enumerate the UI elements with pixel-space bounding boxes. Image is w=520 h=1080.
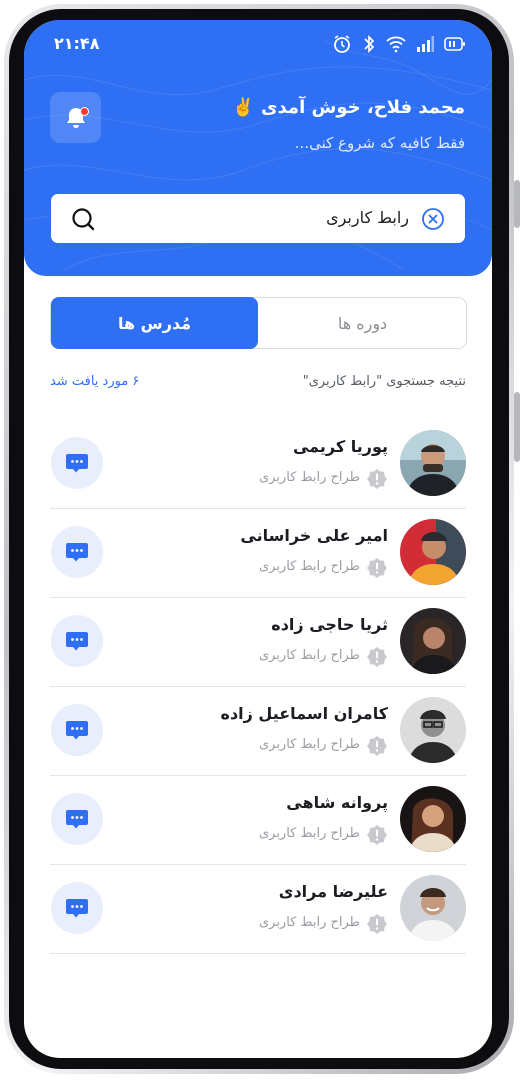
list-item[interactable]: پروانه شاهی طراح رابط کاربری	[50, 776, 466, 865]
instructor-role: طراح رابط کاربری	[258, 826, 360, 841]
chat-button[interactable]	[51, 882, 103, 934]
avatar	[400, 875, 466, 941]
instructor-role: طراح رابط کاربری	[258, 915, 360, 930]
avatar	[400, 786, 466, 852]
phone-mockup: ۲۱:۴۸ محمد فلاح، خوش آمدی ✌️ فقط کافیه ک…	[0, 0, 520, 1080]
search-input[interactable]: رابط کاربری	[326, 208, 409, 227]
screen: ۲۱:۴۸ محمد فلاح، خوش آمدی ✌️ فقط کافیه ک…	[24, 20, 492, 1058]
info-badge-icon	[367, 825, 387, 845]
tab-instructors[interactable]: مُدرس ها	[51, 297, 258, 349]
results-summary: نتیجه جستجوی "رابط کاربری" ۶ مورد یافت ش…	[50, 374, 466, 398]
instructor-name: پروانه شاهی	[286, 793, 388, 812]
clear-icon[interactable]	[421, 207, 445, 231]
instructor-role: طراح رابط کاربری	[258, 470, 360, 485]
avatar	[400, 608, 466, 674]
instructor-name: پوریا کریمی	[292, 437, 388, 456]
instructor-name: امیر علی خراسانی	[240, 526, 388, 545]
status-bar: ۲۱:۴۸	[24, 20, 492, 68]
chat-button[interactable]	[51, 793, 103, 845]
instructor-list: پوریا کریمی طراح رابط کاربری امیر علی خر…	[50, 420, 466, 954]
greeting-title: محمد فلاح، خوش آمدی ✌️	[232, 97, 465, 118]
instructor-name: ثریا حاجی زاده	[271, 615, 388, 634]
list-item[interactable]: پوریا کریمی طراح رابط کاربری	[50, 420, 466, 509]
tab-courses[interactable]: دوره ها	[259, 298, 466, 348]
instructor-role: طراح رابط کاربری	[258, 648, 360, 663]
list-item[interactable]: کامران اسماعیل زاده طراح رابط کاربری	[50, 687, 466, 776]
info-badge-icon	[367, 558, 387, 578]
status-icons	[332, 34, 466, 54]
search-icon[interactable]	[71, 207, 97, 233]
instructor-role: طراح رابط کاربری	[258, 737, 360, 752]
info-badge-icon	[367, 469, 387, 489]
header: ۲۱:۴۸ محمد فلاح، خوش آمدی ✌️ فقط کافیه ک…	[24, 20, 492, 276]
avatar	[400, 697, 466, 763]
signal-icon	[417, 36, 434, 52]
alarm-icon	[334, 35, 350, 53]
volume-button	[514, 180, 520, 228]
instructor-name: کامران اسماعیل زاده	[220, 704, 389, 723]
list-item[interactable]: علیرضا مرادی طراح رابط کاربری	[50, 865, 466, 954]
list-item[interactable]: امیر علی خراسانی طراح رابط کاربری	[50, 509, 466, 598]
power-button	[514, 392, 520, 462]
search-bar[interactable]: رابط کاربری	[51, 194, 465, 243]
info-badge-icon	[367, 914, 387, 934]
battery-icon	[444, 37, 465, 51]
results-query: نتیجه جستجوی "رابط کاربری"	[302, 374, 466, 389]
avatar	[400, 519, 466, 585]
instructor-role: طراح رابط کاربری	[258, 559, 360, 574]
chat-icon	[66, 632, 88, 651]
notification-button[interactable]	[50, 92, 101, 143]
tab-switcher: دوره ها مُدرس ها	[50, 297, 467, 349]
chat-icon	[66, 899, 88, 918]
chat-icon	[66, 454, 88, 473]
chat-icon	[66, 721, 88, 740]
instructor-name: علیرضا مرادی	[278, 882, 388, 901]
bluetooth-icon	[364, 34, 375, 54]
chat-button[interactable]	[51, 437, 103, 489]
results-count: ۶ مورد یافت شد	[50, 374, 140, 389]
avatar	[400, 430, 466, 496]
info-badge-icon	[367, 736, 387, 756]
greeting-subtitle: فقط کافیه که شروع کنی...	[294, 134, 465, 152]
chat-icon	[66, 543, 88, 562]
chat-button[interactable]	[51, 526, 103, 578]
chat-button[interactable]	[51, 704, 103, 756]
chat-button[interactable]	[51, 615, 103, 667]
info-badge-icon	[367, 647, 387, 667]
list-item[interactable]: ثریا حاجی زاده طراح رابط کاربری	[50, 598, 466, 687]
status-time: ۲۱:۴۸	[54, 34, 100, 53]
notification-dot	[80, 107, 89, 116]
wifi-icon	[386, 36, 406, 53]
chat-icon	[66, 810, 88, 829]
